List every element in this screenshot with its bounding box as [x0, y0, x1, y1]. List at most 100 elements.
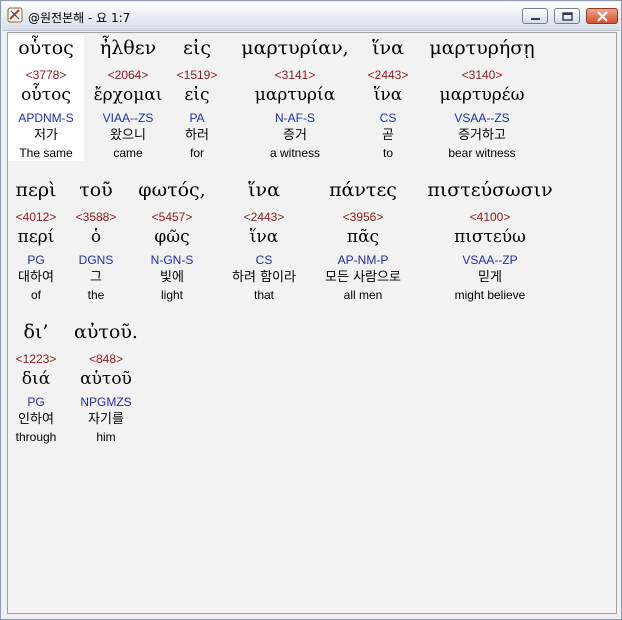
strong-number[interactable]: <2443>	[360, 67, 416, 83]
greek-lemma: πιστεύω	[454, 227, 526, 247]
parse-code[interactable]: N-AF-S	[232, 110, 358, 126]
korean-gloss: 왔으니	[110, 128, 146, 143]
greek-lemma: μαρτυρία	[254, 85, 336, 105]
maximize-icon	[562, 12, 573, 21]
word-column[interactable]: οὗτος <3778> οὗτος APDNM-S 저가 The same	[8, 35, 84, 161]
greek-word: τοῦ	[79, 179, 113, 201]
greek-lemma: ἵνα	[373, 85, 403, 105]
parse-code[interactable]: NPGMZS	[68, 394, 144, 410]
korean-gloss: 증거	[283, 128, 307, 143]
greek-word: ἵνα	[248, 179, 280, 201]
word-column[interactable]: φωτός, <5457> φῶς N-GN-S 빛에 light	[130, 177, 214, 303]
greek-word: μαρτυρήσῃ	[429, 37, 535, 59]
korean-gloss: 모든 사람으로	[325, 270, 401, 285]
english-gloss: bear witness	[448, 146, 516, 160]
english-gloss: The same	[19, 146, 73, 160]
english-gloss: through	[15, 430, 57, 444]
english-gloss: for	[189, 146, 204, 160]
greek-lemma: φῶς	[154, 227, 190, 247]
word-column[interactable]: δι’ <1223> διά PG 인하여 through	[8, 319, 64, 445]
parse-code[interactable]: PA	[172, 110, 222, 126]
word-column[interactable]: μαρτυρίαν, <3141> μαρτυρία N-AF-S 증거 a w…	[232, 35, 358, 161]
english-gloss: might believe	[454, 288, 526, 302]
greek-lemma: ἔρχομαι	[93, 85, 163, 105]
english-gloss: of	[30, 288, 41, 302]
maximize-button[interactable]	[554, 8, 580, 24]
close-button[interactable]	[586, 8, 618, 24]
parse-code[interactable]: VIAA--ZS	[88, 110, 168, 126]
word-column[interactable]: ἵνα <2443> ἵνα CS 곧 to	[360, 35, 416, 161]
parse-code[interactable]: CS	[216, 252, 312, 268]
greek-lemma: ἵνα	[249, 227, 279, 247]
korean-gloss: 그	[90, 270, 102, 285]
korean-gloss: 빛에	[160, 270, 184, 285]
word-column[interactable]: ἦλθεν <2064> ἔρχομαι VIAA--ZS 왔으니 came	[88, 35, 168, 161]
word-column[interactable]: πάντες <3956> πᾶς AP-NM-P 모든 사람으로 all me…	[308, 177, 418, 303]
korean-gloss: 믿게	[478, 270, 502, 285]
strong-number[interactable]: <3956>	[308, 209, 418, 225]
word-column[interactable]: πιστεύσωσιν <4100> πιστεύω VSAA--ZP 믿게 m…	[424, 177, 556, 303]
korean-gloss: 하러	[185, 128, 209, 143]
greek-lemma: οὗτος	[21, 85, 71, 105]
korean-gloss: 하려 함이라	[232, 270, 296, 285]
strong-number[interactable]: <2064>	[88, 67, 168, 83]
korean-gloss: 자기를	[88, 412, 124, 427]
greek-lemma: ὁ	[90, 227, 102, 247]
greek-word: πάντες	[329, 179, 397, 201]
greek-lemma: περί	[17, 227, 55, 247]
korean-gloss: 대하여	[18, 270, 54, 285]
korean-gloss: 인하여	[18, 412, 54, 427]
parse-code[interactable]: AP-NM-P	[308, 252, 418, 268]
parse-code[interactable]: N-GN-S	[130, 252, 214, 268]
minimize-button[interactable]	[522, 8, 548, 24]
window-title: @원전본해 - 요 1:7	[28, 11, 131, 25]
strong-number[interactable]: <3140>	[420, 67, 544, 83]
strong-number[interactable]: <3141>	[232, 67, 358, 83]
greek-word: μαρτυρίαν,	[241, 37, 349, 59]
minimize-icon	[531, 18, 540, 20]
strong-number[interactable]: <3778>	[8, 67, 84, 83]
greek-lemma: εἰς	[184, 85, 210, 105]
strong-number[interactable]: <1519>	[172, 67, 222, 83]
parse-code[interactable]: CS	[360, 110, 416, 126]
parse-code[interactable]: VSAA--ZP	[424, 252, 556, 268]
strong-number[interactable]: <4100>	[424, 209, 556, 225]
title-bar[interactable]: @원전본해 - 요 1:7	[2, 2, 620, 31]
english-gloss: all men	[343, 288, 383, 302]
word-column[interactable]: εἰς <1519> εἰς PA 하러 for	[172, 35, 222, 161]
strong-number[interactable]: <3588>	[70, 209, 122, 225]
word-column[interactable]: αὐτοῦ. <848> αὑτοῦ NPGMZS 자기를 him	[68, 319, 144, 445]
parse-code[interactable]: VSAA--ZS	[420, 110, 544, 126]
parse-code[interactable]: APDNM-S	[8, 110, 84, 126]
korean-gloss: 곧	[382, 128, 394, 143]
english-gloss: him	[96, 430, 116, 444]
korean-gloss: 증거하고	[458, 128, 506, 143]
korean-gloss: 저가	[34, 128, 58, 143]
greek-word: αὐτοῦ.	[74, 321, 138, 343]
word-column[interactable]: μαρτυρήσῃ <3140> μαρτυρέω VSAA--ZS 증거하고 …	[420, 35, 544, 161]
english-gloss: that	[253, 288, 274, 302]
strong-number[interactable]: <848>	[68, 351, 144, 367]
english-gloss: the	[87, 288, 105, 302]
parse-code[interactable]: PG	[8, 252, 64, 268]
word-column[interactable]: περὶ <4012> περί PG 대하여 of	[8, 177, 64, 303]
strong-number[interactable]: <1223>	[8, 351, 64, 367]
app-icon	[7, 7, 23, 23]
parse-code[interactable]: DGNS	[70, 252, 122, 268]
strong-number[interactable]: <4012>	[8, 209, 64, 225]
greek-word: ἵνα	[372, 37, 404, 59]
greek-lemma: πᾶς	[346, 227, 380, 247]
close-icon	[597, 11, 608, 22]
greek-lemma: μαρτυρέω	[439, 85, 525, 105]
word-column[interactable]: τοῦ <3588> ὁ DGNS 그 the	[70, 177, 122, 303]
greek-word: δι’	[23, 321, 49, 343]
strong-number[interactable]: <2443>	[216, 209, 312, 225]
greek-lemma: διά	[21, 369, 51, 389]
greek-word: περὶ	[15, 179, 57, 201]
interlinear-panel[interactable]: οὗτος <3778> οὗτος APDNM-S 저가 The same ἦ…	[7, 32, 617, 614]
english-gloss: light	[160, 288, 183, 302]
parse-code[interactable]: PG	[8, 394, 64, 410]
word-column[interactable]: ἵνα <2443> ἵνα CS 하려 함이라 that	[216, 177, 312, 303]
strong-number[interactable]: <5457>	[130, 209, 214, 225]
greek-word: ἦλθεν	[99, 37, 157, 59]
